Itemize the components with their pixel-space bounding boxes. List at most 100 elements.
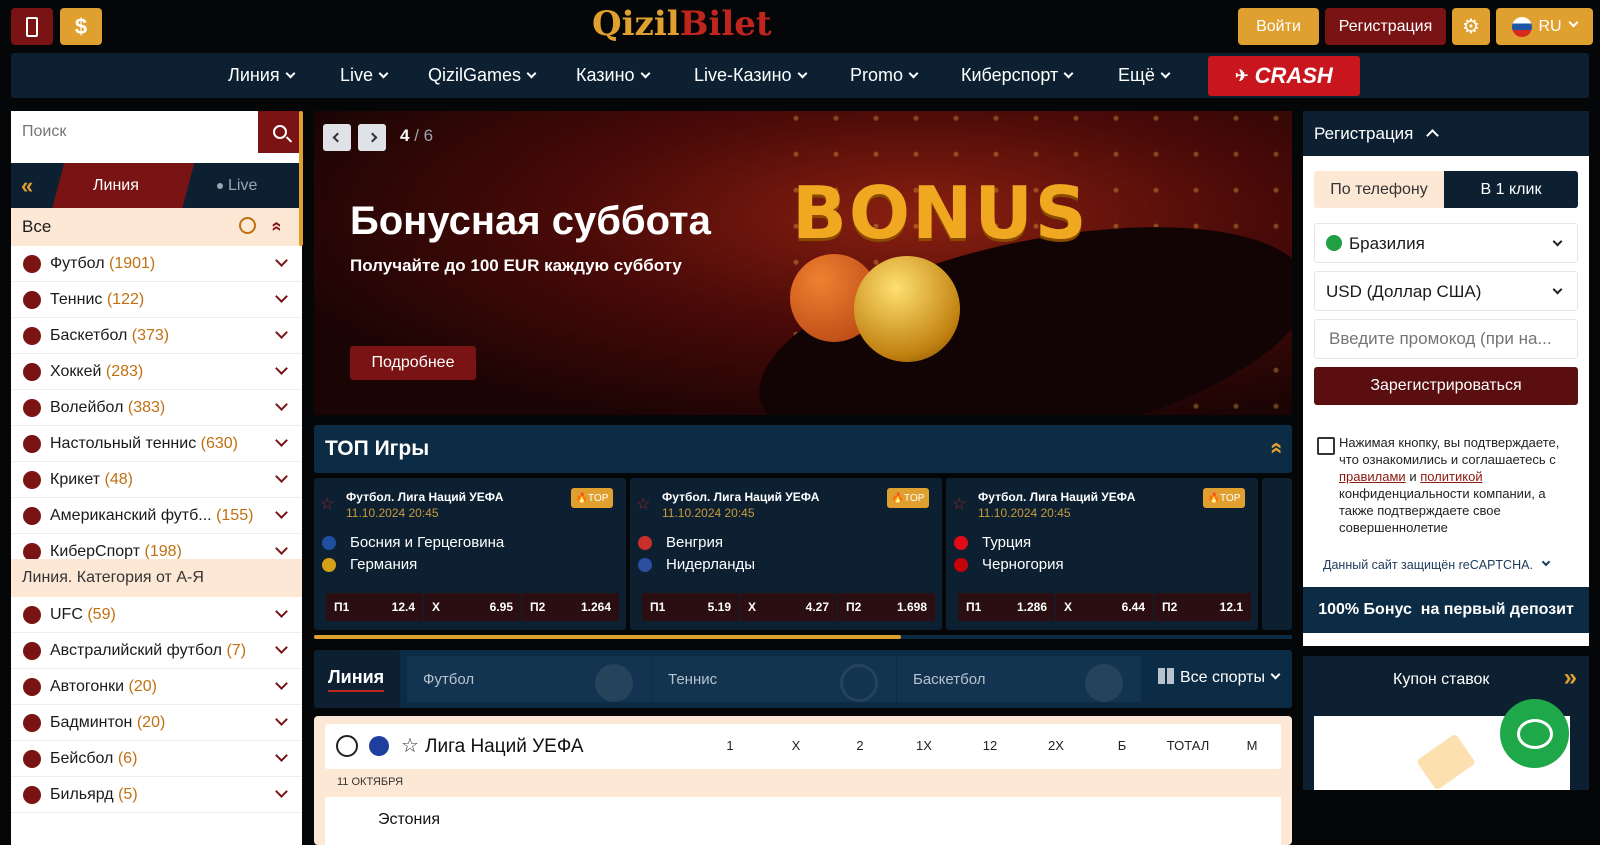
- chevron-down-icon[interactable]: [275, 362, 288, 375]
- top-game-card[interactable]: ☆ Футбол. Лига Наций УЕФА 11.10.2024 20:…: [630, 478, 942, 630]
- favorite-star-icon[interactable]: ☆: [320, 494, 334, 514]
- settings-button[interactable]: ⚙: [1452, 8, 1490, 45]
- column-header[interactable]: Б: [1097, 738, 1147, 753]
- currency-select[interactable]: USD (Доллар США): [1314, 271, 1578, 311]
- column-header[interactable]: 1X: [899, 738, 949, 753]
- top-games-scroll-track[interactable]: [314, 635, 1292, 639]
- chat-button[interactable]: [1500, 699, 1569, 768]
- tab-oneclick[interactable]: В 1 клик: [1444, 171, 1578, 208]
- sport-row[interactable]: Баскетбол (373): [11, 318, 302, 354]
- sport-row[interactable]: Теннис (122): [11, 282, 302, 318]
- language-select[interactable]: RU: [1496, 8, 1593, 45]
- tab-phone[interactable]: По телефону: [1314, 171, 1444, 208]
- top-game-card[interactable]: ☆ Футбол. Лига Наций УЕФА 11.10.2024 20:…: [946, 478, 1258, 630]
- category-row[interactable]: Бейсбол (6): [11, 741, 302, 777]
- expand-coupon-icon[interactable]: »: [1564, 664, 1577, 692]
- top-game-card[interactable]: ☆ Футбол. Лига Наций УЕФА 11.10.2024 20:…: [314, 478, 626, 630]
- chevron-down-icon[interactable]: [275, 290, 288, 303]
- sport-row[interactable]: Крикет (48): [11, 462, 302, 498]
- favorite-star-icon[interactable]: ☆: [636, 494, 650, 514]
- category-row[interactable]: Австралийский футбол (7): [11, 633, 302, 669]
- chevron-down-icon[interactable]: [275, 713, 288, 726]
- sport-row[interactable]: Футбол (1901): [11, 246, 302, 282]
- collapse-up-icon[interactable]: »: [266, 221, 287, 231]
- column-header[interactable]: X: [771, 738, 821, 753]
- odd-x-button[interactable]: X 6.44: [1056, 593, 1154, 621]
- mobile-app-button[interactable]: [11, 8, 53, 45]
- slide-next-button[interactable]: [358, 124, 386, 151]
- collapse-icon[interactable]: »: [1262, 442, 1288, 454]
- nav-line[interactable]: Линия: [228, 53, 296, 98]
- banner-details-button[interactable]: Подробнее: [350, 346, 476, 380]
- favorite-star-icon[interactable]: ☆: [952, 494, 966, 514]
- first-deposit-bonus[interactable]: 100% Бонус на первый депозит: [1303, 587, 1589, 633]
- chevron-down-icon[interactable]: [275, 542, 288, 555]
- column-header[interactable]: ТОТАЛ: [1163, 738, 1213, 753]
- nav-live[interactable]: Live: [340, 53, 389, 98]
- odd-p1-button[interactable]: П1 1.286: [958, 593, 1056, 621]
- register-button[interactable]: Регистрация: [1325, 8, 1446, 45]
- register-submit-button[interactable]: Зарегистрироваться: [1314, 367, 1578, 405]
- sport-row[interactable]: Хоккей (283): [11, 354, 302, 390]
- nav-casino[interactable]: Казино: [576, 53, 651, 98]
- chevron-down-icon[interactable]: [275, 785, 288, 798]
- top-game-card-partial[interactable]: [1262, 478, 1292, 630]
- all-sports-row[interactable]: Все »: [11, 208, 302, 246]
- odd-p2-button[interactable]: П2 12.1: [1154, 593, 1252, 621]
- odd-x-button[interactable]: X 4.27: [740, 593, 838, 621]
- nav-qizilgames[interactable]: QizilGames: [428, 53, 537, 98]
- chevron-down-icon[interactable]: [275, 641, 288, 654]
- chevron-down-icon[interactable]: [275, 254, 288, 267]
- consent-checkbox[interactable]: [1317, 437, 1335, 455]
- sidebar-scrollbar[interactable]: [299, 111, 303, 246]
- sport-tab-tennis[interactable]: Теннис: [652, 656, 896, 702]
- odd-p2-button[interactable]: П2 1.698: [838, 593, 936, 621]
- chevron-down-icon[interactable]: [275, 398, 288, 411]
- sport-row[interactable]: Настольный теннис (630): [11, 426, 302, 462]
- top-games-scroll-thumb[interactable]: [314, 635, 901, 639]
- category-row[interactable]: Автогонки (20): [11, 669, 302, 705]
- sport-row[interactable]: Волейбол (383): [11, 390, 302, 426]
- column-header[interactable]: 2: [835, 738, 885, 753]
- sport-tab-basketball[interactable]: Баскетбол: [897, 656, 1141, 702]
- category-row[interactable]: UFC (59): [11, 597, 302, 633]
- recaptcha-notice[interactable]: Данный сайт защищён reCAPTCHA.: [1323, 557, 1551, 572]
- category-row[interactable]: Бадминтон (20): [11, 705, 302, 741]
- country-select[interactable]: Бразилия: [1314, 223, 1578, 263]
- chevron-down-icon[interactable]: [275, 470, 288, 483]
- sport-tab-football[interactable]: Футбол: [407, 656, 651, 702]
- column-header[interactable]: 2X: [1031, 738, 1081, 753]
- chevron-down-icon[interactable]: [275, 506, 288, 519]
- policy-link[interactable]: политикой: [1420, 469, 1482, 484]
- column-header[interactable]: 1: [705, 738, 755, 753]
- nav-esports[interactable]: Киберспорт: [961, 53, 1074, 98]
- column-header[interactable]: 12: [965, 738, 1015, 753]
- nav-live-casino[interactable]: Live-Казино: [694, 53, 808, 98]
- odd-p2-button[interactable]: П2 1.264: [522, 593, 620, 621]
- collapse-sidebar-icon[interactable]: «: [21, 175, 33, 197]
- dollar-button[interactable]: $: [60, 8, 102, 45]
- chevron-down-icon[interactable]: [275, 605, 288, 618]
- promo-code-input[interactable]: [1314, 319, 1578, 359]
- odd-x-button[interactable]: X 6.95: [424, 593, 522, 621]
- all-sports-dropdown[interactable]: Все спорты: [1158, 668, 1281, 687]
- chevron-down-icon[interactable]: [275, 677, 288, 690]
- odd-p1-button[interactable]: П1 12.4: [326, 593, 424, 621]
- slide-prev-button[interactable]: [323, 124, 351, 151]
- category-row[interactable]: Бильярд (5): [11, 777, 302, 813]
- sport-row[interactable]: Американский футб... (155): [11, 498, 302, 534]
- search-button[interactable]: [258, 111, 302, 153]
- rules-link[interactable]: правилами: [1339, 469, 1406, 484]
- login-button[interactable]: Войти: [1238, 8, 1319, 45]
- crash-game-button[interactable]: ✈ CRASH: [1208, 56, 1360, 96]
- logo[interactable]: QizilBilet: [592, 4, 772, 44]
- nav-more[interactable]: Ещё: [1118, 53, 1171, 98]
- chevron-down-icon[interactable]: [275, 749, 288, 762]
- tab-live[interactable]: Live: [217, 177, 257, 195]
- match-row[interactable]: Эстония: [325, 797, 1281, 845]
- odd-p1-button[interactable]: П1 5.19: [642, 593, 740, 621]
- chevron-down-icon[interactable]: [275, 434, 288, 447]
- column-header[interactable]: М: [1227, 738, 1277, 753]
- chevron-down-icon[interactable]: [275, 326, 288, 339]
- nav-promo[interactable]: Promo: [850, 53, 919, 98]
